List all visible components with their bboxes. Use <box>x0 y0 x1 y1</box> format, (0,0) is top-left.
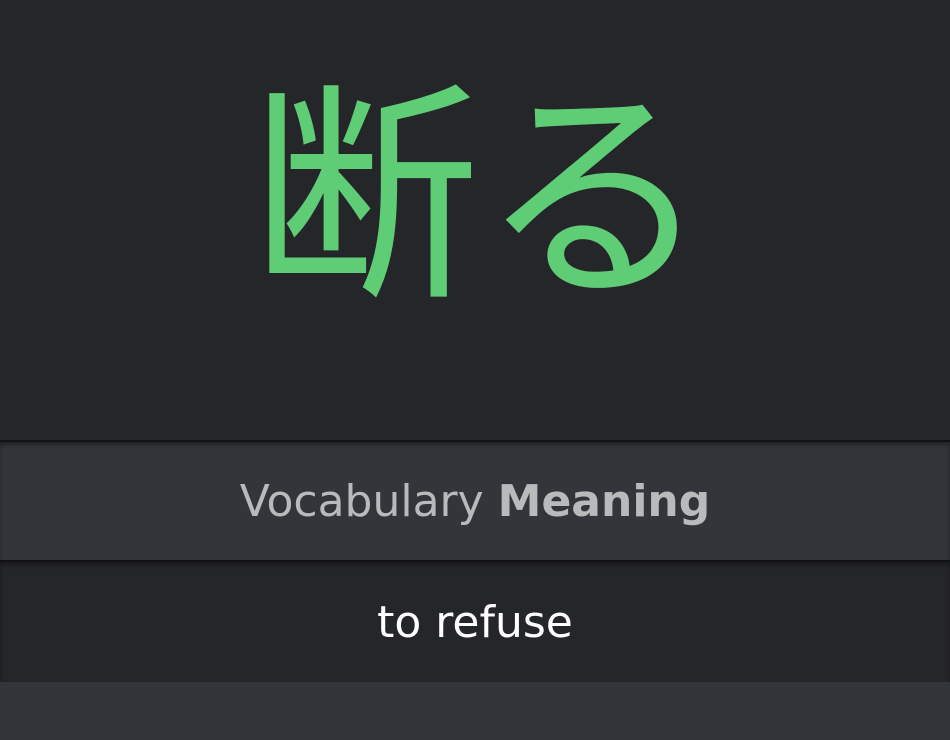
question-type-banner: Vocabulary Meaning <box>0 440 950 562</box>
question-item-type: Vocabulary <box>239 475 484 527</box>
question-mode: Meaning <box>497 475 711 527</box>
answer-value: to refuse <box>377 596 573 648</box>
answer-input[interactable]: to refuse <box>0 562 950 682</box>
footer-bar <box>0 682 950 740</box>
vocabulary-characters: 断る <box>249 66 710 333</box>
character-display: 断る <box>0 0 950 440</box>
